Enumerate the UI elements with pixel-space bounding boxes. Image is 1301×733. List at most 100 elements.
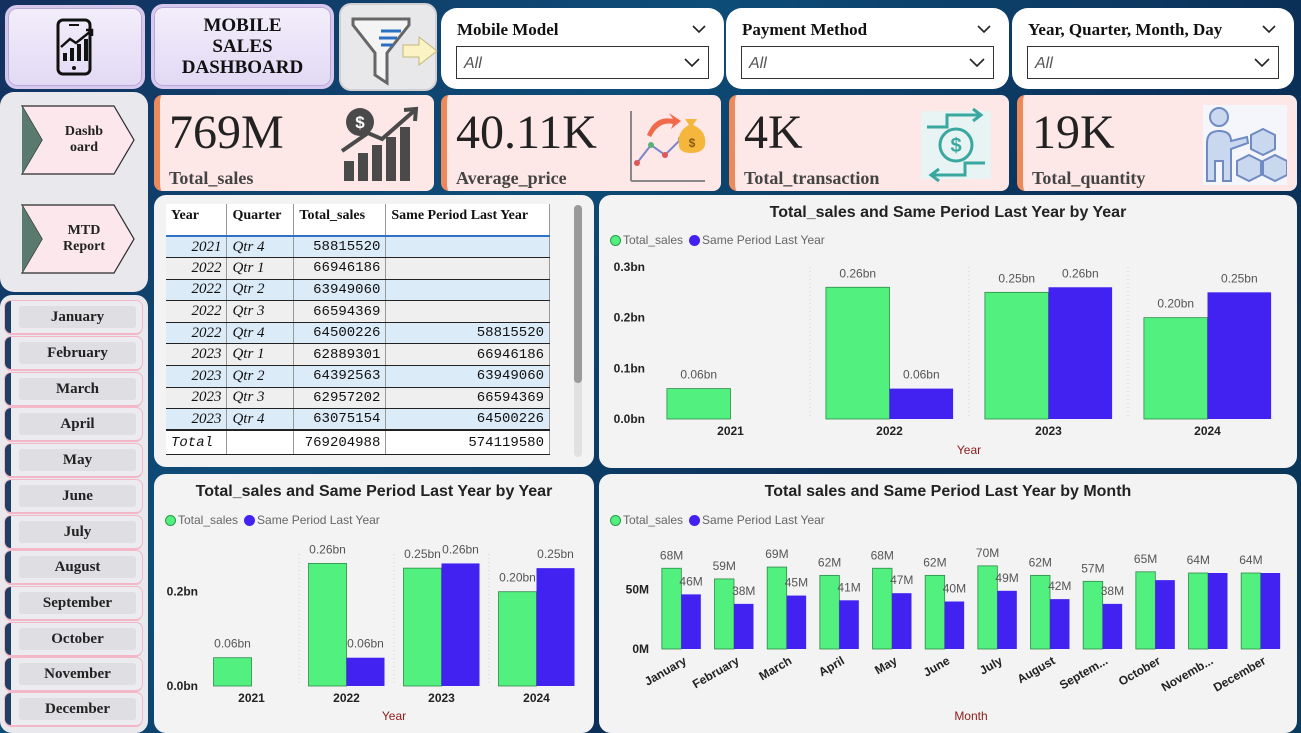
y-tick-label: 0.1bn (614, 361, 645, 375)
month-button[interactable]: April (5, 408, 142, 440)
bar-total-sales (1240, 572, 1262, 650)
table-cell: 62957202 (293, 387, 387, 410)
month-slicer: January February March April May June Ju… (0, 295, 148, 733)
bar-same-period-last-year (1155, 580, 1175, 649)
month-button[interactable]: November (5, 658, 142, 690)
data-label: 0.26bn (839, 266, 876, 280)
month-button[interactable]: July (5, 516, 142, 548)
bar-same-period-last-year (441, 563, 480, 686)
x-tick-label: December (1211, 653, 1269, 694)
month-label: May (19, 449, 136, 471)
chevron-down-icon[interactable] (1262, 22, 1276, 36)
kpi-label: Total_sales (169, 168, 254, 188)
month-button[interactable]: October (5, 623, 142, 655)
dashboard-title: MOBILE SALES DASHBOARD (151, 4, 334, 89)
bar-same-period-last-year (944, 601, 965, 649)
data-label: 62M (1029, 555, 1052, 569)
bar-same-period-last-year (681, 594, 701, 649)
table-cell: Qtr 3 (226, 300, 295, 323)
nav-dashboard-button[interactable]: Dashb oard (18, 104, 136, 176)
table-cell: 66946186 (293, 257, 387, 280)
bar-chart-plot: 0.0bn 0.2bn 0.06bn 2021 0.26bn 0.06bn 2022 0.25… (167, 542, 575, 723)
data-label: 49M (995, 571, 1018, 585)
month-label: July (19, 521, 136, 543)
table-row: 2022 Qtr 4 64500226 58815520 (166, 322, 550, 345)
data-label: 0.25bn (537, 547, 574, 561)
month-button[interactable]: December (5, 693, 142, 725)
month-button[interactable]: January (5, 301, 142, 333)
month-button[interactable]: September (5, 587, 142, 619)
table-cell: 66594369 (293, 300, 387, 323)
slicer-dropdown[interactable]: All (456, 46, 709, 79)
kpi-value: 19K (1032, 106, 1115, 159)
nav-mtd-report-button[interactable]: MTD Report (18, 203, 136, 275)
y-tick-label: 0.0bn (167, 679, 198, 693)
column-header[interactable]: Year (166, 204, 228, 237)
chevron-down-icon[interactable] (684, 55, 700, 69)
column-header[interactable]: Total_sales (293, 204, 387, 237)
x-tick-label: 2024 (523, 691, 550, 705)
data-label: 64M (1239, 553, 1262, 567)
bar-total-sales (1188, 572, 1209, 650)
table-cell: 64500226 (385, 408, 550, 431)
chevron-down-icon[interactable] (977, 22, 991, 36)
chevron-down-icon[interactable] (969, 55, 985, 69)
month-button[interactable]: February (5, 337, 142, 369)
data-label: 0.26bn (442, 542, 479, 556)
table-cell: 2023 (166, 343, 228, 367)
page-navigation: Dashb oard MTD Report (0, 92, 148, 292)
table-cell (385, 279, 550, 302)
table-cell (385, 257, 550, 280)
month-button[interactable]: June (5, 480, 142, 512)
data-label: 47M (890, 573, 913, 587)
chevron-down-icon[interactable] (1254, 55, 1270, 69)
page-title: MOBILE SALES DASHBOARD (181, 15, 304, 78)
month-button[interactable]: May (5, 444, 142, 476)
x-tick-label: 2021 (238, 691, 265, 705)
table-row: 2023 Qtr 1 62889301 66946186 (166, 343, 550, 367)
scrollbar-thumb[interactable] (574, 205, 582, 383)
kpi-label: Average_price (456, 168, 567, 188)
slicer-title: Year, Quarter, Month, Day (1028, 20, 1223, 39)
table-cell: 574119580 (385, 429, 550, 455)
bar-same-period-last-year (997, 590, 1017, 649)
slicer-dropdown[interactable]: All (741, 46, 994, 79)
bar-same-period-last-year (786, 595, 807, 649)
table-cell (385, 236, 550, 259)
bar-total-sales (984, 291, 1049, 420)
table-scrollbar[interactable] (574, 205, 582, 457)
filter-toggle-button[interactable] (339, 3, 438, 91)
quarterly-sales-table: Year Quarter Total_sales Same Period Las… (166, 204, 550, 455)
table-row: 2022 Qtr 3 66594369 (166, 300, 550, 323)
table-row: 2022 Qtr 1 66946186 (166, 257, 550, 280)
slicer-mobile-model[interactable]: Mobile Model All (441, 8, 724, 89)
table-cell: 64500226 (293, 322, 387, 345)
data-label: 42M (1048, 579, 1071, 593)
bar-same-period-last-year (536, 568, 575, 686)
bar-total-sales (714, 578, 735, 650)
data-label: 0.06bn (214, 637, 251, 651)
month-button[interactable]: August (5, 551, 142, 583)
slicer-dropdown[interactable]: All (1027, 46, 1279, 79)
column-header[interactable]: Same Period Last Year (385, 204, 550, 237)
table-cell: 2023 (166, 365, 228, 388)
table-cell (385, 300, 550, 323)
table-cell: 58815520 (385, 322, 550, 345)
table-cell: 63949060 (385, 365, 550, 388)
slicer-payment-method[interactable]: Payment Method All (726, 8, 1009, 89)
funnel-icon (351, 17, 438, 86)
moneybag-trend-icon: $ (630, 111, 706, 182)
month-label: April (19, 413, 136, 435)
table-total-row: Total 769204988 574119580 (166, 429, 550, 455)
chevron-down-icon[interactable] (692, 22, 706, 36)
slicer-date-hierarchy[interactable]: Year, Quarter, Month, Day All (1012, 8, 1294, 89)
column-header[interactable]: Quarter (226, 204, 295, 237)
month-label: October (19, 628, 136, 650)
nav-label: Dashb oard (64, 124, 104, 155)
bar-total-sales (1030, 574, 1051, 650)
table-header-row: Year Quarter Total_sales Same Period Las… (166, 204, 550, 237)
month-button[interactable]: March (5, 373, 142, 405)
x-axis-label: Month (954, 709, 987, 723)
kpi-value: 40.11K (456, 106, 597, 159)
x-tick-label: October (1116, 653, 1163, 688)
